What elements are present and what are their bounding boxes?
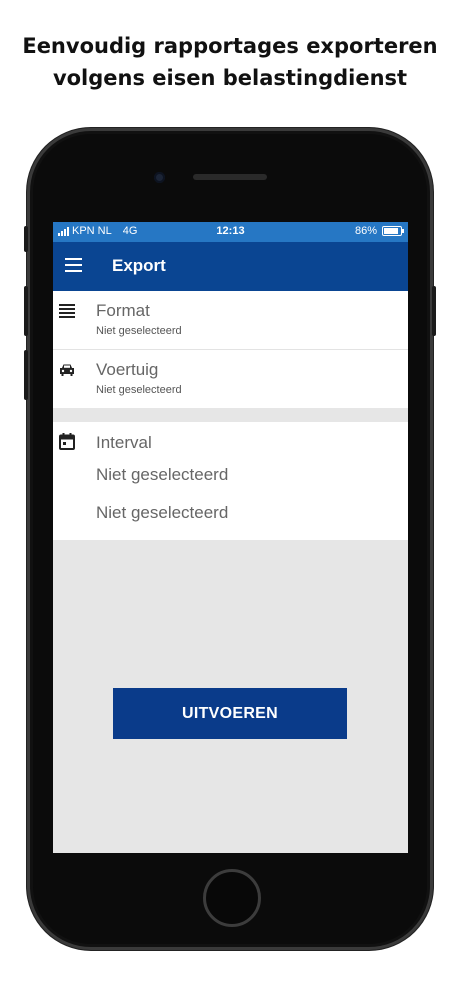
selection-card: Format Niet geselecteerd Voertuig Niet g… xyxy=(53,291,408,408)
field-voertuig-value: Niet geselecteerd xyxy=(96,384,182,396)
earpiece-speaker xyxy=(193,174,267,180)
menu-icon[interactable] xyxy=(65,258,82,272)
status-right: 86% xyxy=(354,225,404,237)
field-voertuig-label: Voertuig xyxy=(96,360,159,379)
headline: Eenvoudig rapportages exporteren volgens… xyxy=(0,30,460,94)
phone-power-button xyxy=(432,286,436,336)
headline-line-1: Eenvoudig rapportages exporteren xyxy=(22,34,438,58)
section-divider xyxy=(53,408,408,422)
field-format-value: Niet geselecteerd xyxy=(96,325,182,337)
car-icon xyxy=(60,364,74,376)
interval-label: Interval xyxy=(96,433,152,452)
interval-start[interactable]: Niet geselecteerd xyxy=(96,465,228,485)
app-bar: Export xyxy=(53,242,408,291)
interval-section: Interval Niet geselecteerd Niet geselect… xyxy=(53,422,408,540)
battery-percent: 86% xyxy=(354,225,377,237)
front-camera xyxy=(154,172,165,183)
headline-line-2: volgens eisen belastingdienst xyxy=(52,66,408,90)
app-screen: KPN NL 4G 12:13 86% Export Format Niet g… xyxy=(53,222,408,853)
interval-end[interactable]: Niet geselecteerd xyxy=(96,503,228,523)
field-format-label: Format xyxy=(96,301,150,320)
status-bar: KPN NL 4G 12:13 86% xyxy=(53,222,408,242)
home-button[interactable] xyxy=(203,869,261,927)
page-title: Export xyxy=(112,256,166,275)
field-voertuig[interactable]: Voertuig Niet geselecteerd xyxy=(53,350,408,408)
execute-button[interactable]: UITVOEREN xyxy=(113,688,347,739)
phone-volume-down xyxy=(24,350,28,400)
phone-volume-up xyxy=(24,286,28,336)
list-icon xyxy=(59,304,75,318)
calendar-icon xyxy=(59,433,75,450)
field-format[interactable]: Format Niet geselecteerd xyxy=(53,291,408,350)
battery-icon xyxy=(382,226,404,236)
phone-mute-switch xyxy=(24,226,28,252)
